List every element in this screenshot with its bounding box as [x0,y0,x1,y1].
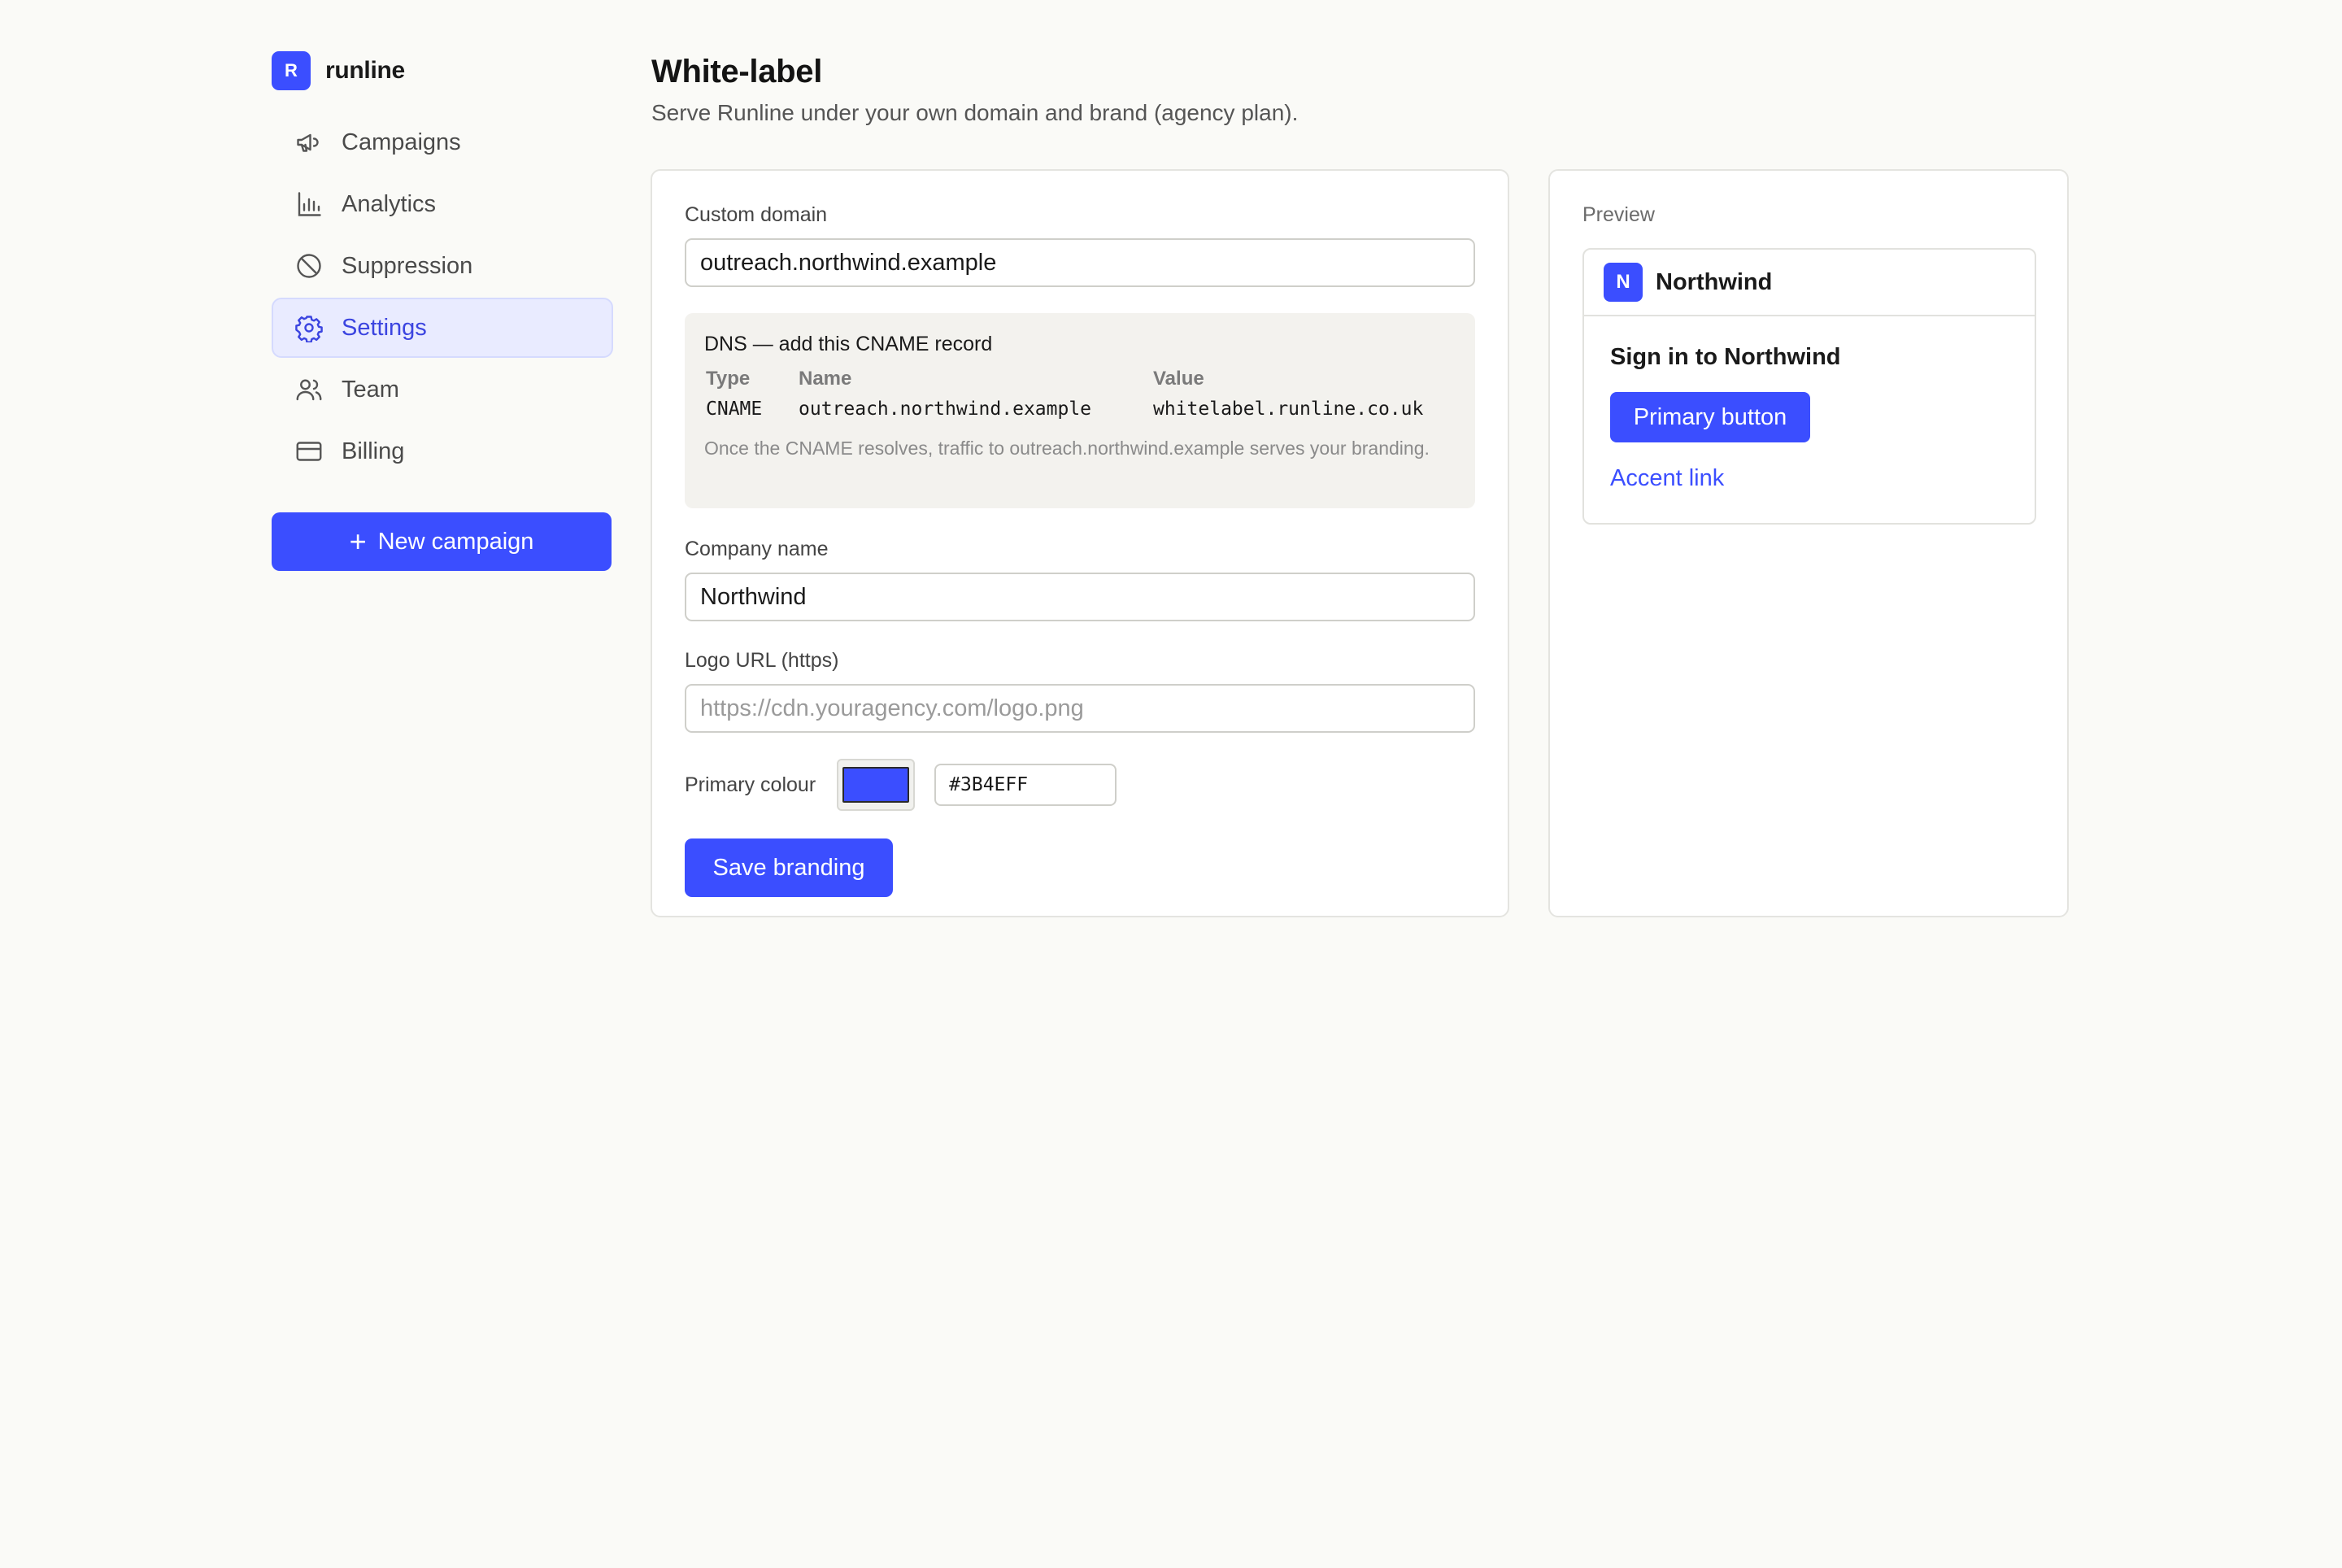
save-branding-button[interactable]: Save branding [685,838,893,897]
page-header: White-label Serve Runline under your own… [651,54,1298,126]
megaphone-icon [294,128,324,157]
colour-swatch [842,767,910,803]
logo-url-input[interactable] [685,684,1475,733]
sidebar-item-label: Settings [342,314,427,341]
sidebar-item-suppression[interactable]: Suppression [272,236,613,296]
gear-icon [294,313,324,342]
column-header-type: Type [706,368,751,390]
page-title: White-label [651,54,823,89]
dns-note: Once the CNAME resolves, traffic to outr… [704,438,1430,459]
sidebar: R runline Campaigns Analytics Suppressio… [272,50,613,571]
sidebar-item-label: Billing [342,438,405,464]
bar-chart-icon [294,189,324,219]
sidebar-item-label: Campaigns [342,128,461,155]
preview-card: Preview N Northwind Sign in to Northwind… [1548,169,2069,917]
preview-accent-link[interactable]: Accent link [1610,465,1724,492]
custom-domain-label: Custom domain [685,203,828,226]
primary-colour-label: Primary colour [685,773,816,796]
sidebar-item-settings[interactable]: Settings [272,298,613,358]
custom-domain-input[interactable] [685,238,1475,287]
table-header-row: Type Name Value [704,368,1456,395]
hex-colour-input[interactable] [934,764,1117,806]
sidebar-item-label: Analytics [342,190,437,217]
plus-icon: + [349,525,367,558]
ban-icon [294,251,324,281]
preview-logo: N [1604,263,1643,302]
logo-url-label: Logo URL (https) [685,649,839,672]
dns-name: outreach.northwind.example [799,399,1092,420]
sidebar-item-label: Team [342,376,399,403]
sidebar-item-team[interactable]: Team [272,359,613,420]
dns-instructions: DNS — add this CNAME record Type Name Va… [685,313,1475,508]
preview-primary-button[interactable]: Primary button [1610,392,1810,442]
page-subtitle: Serve Runline under your own domain and … [651,100,1299,125]
brand-name: runline [325,57,405,84]
branding-form-card: Custom domain DNS — add this CNAME recor… [651,169,1509,917]
primary-colour-row: Primary colour [685,759,1475,811]
preview-company-name: Northwind [1656,268,1773,295]
dns-type: CNAME [706,399,763,420]
new-campaign-button[interactable]: + New campaign [272,512,612,571]
brand[interactable]: R runline [272,50,613,91]
preview-frame: N Northwind Sign in to Northwind Primary… [1582,248,2036,525]
users-icon [294,375,324,404]
preview-label: Preview [1582,203,1655,226]
preview-body: Sign in to Northwind Primary button Acce… [1584,316,2035,520]
dns-value: whitelabel.runline.co.uk [1153,399,1424,420]
preview-heading: Sign in to Northwind [1610,344,1841,370]
sidebar-item-analytics[interactable]: Analytics [272,174,613,234]
sidebar-item-label: Suppression [342,252,473,279]
brand-logo: R [272,51,311,90]
sidebar-item-campaigns[interactable]: Campaigns [272,112,613,172]
table-row: CNAME outreach.northwind.example whitela… [704,395,1456,420]
credit-card-icon [294,437,324,466]
colour-picker[interactable] [837,759,916,811]
sidebar-item-billing[interactable]: Billing [272,421,613,481]
column-header-value: Value [1153,368,1204,390]
preview-topbar: N Northwind [1584,250,2035,316]
column-header-name: Name [799,368,852,390]
company-name-label: Company name [685,538,829,560]
company-name-input[interactable] [685,573,1475,621]
dns-title: DNS — add this CNAME record [704,333,993,355]
dns-record-table: Type Name Value CNAME outreach.northwind… [704,368,1456,420]
new-campaign-label: New campaign [377,528,534,555]
